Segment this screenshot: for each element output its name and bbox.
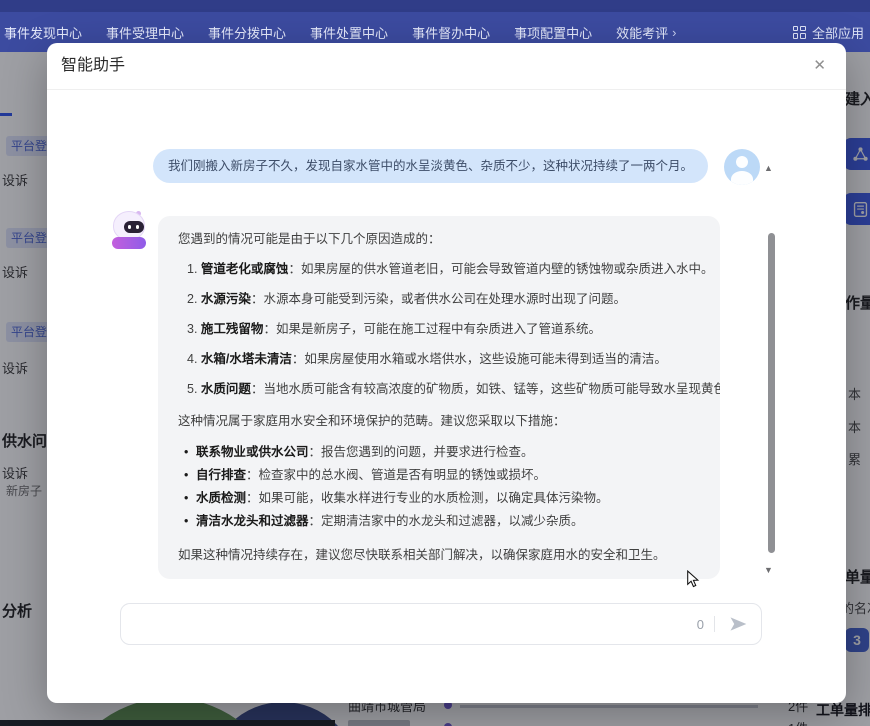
bullet-dot: • (184, 510, 196, 533)
item-heading: 管道老化或腐蚀 (201, 262, 289, 276)
bullet-dot: • (184, 464, 196, 487)
numbered-item: 1. 管道老化或腐蚀：如果房屋的供水管道老旧，可能会导致管道内壁的锈蚀物或杂质进… (178, 260, 700, 279)
char-counter: 0 (697, 617, 704, 632)
numbered-item: 2. 水源污染：水源本身可能受到污染，或者供水公司在处理水源时出现了问题。 (178, 290, 700, 309)
item-text: ：如果房屋使用水箱或水塔供水，这些设施可能未得到适当的清洁。 (292, 352, 667, 366)
dialog-header: 智能助手 ✕ (47, 43, 846, 90)
item-heading: 清洁水龙头和过滤器 (196, 514, 309, 528)
nav-item-event-discovery[interactable]: 事件发现中心 (4, 23, 82, 42)
all-apps-label: 全部应用 (812, 23, 864, 42)
dialog-title: 智能助手 (61, 43, 125, 89)
input-divider (714, 616, 715, 632)
assistant-middle: 这种情况属于家庭用水安全和环境保护的范畴。建议您采取以下措施： (178, 412, 700, 431)
apps-grid-icon (793, 26, 806, 39)
send-icon (728, 614, 748, 634)
bullet-item: •自行排查：检查家中的总水阀、管道是否有明显的锈蚀或损坏。 (178, 464, 700, 487)
nav-item-config-center[interactable]: 事项配置中心 (514, 23, 592, 42)
nav-item-event-dispatch[interactable]: 事件分拨中心 (208, 23, 286, 42)
item-heading: 联系物业或供水公司 (196, 445, 309, 459)
assistant-outro: 如果这种情况持续存在，建议您尽快联系相关部门解决，以确保家庭用水的安全和卫生。 (178, 546, 700, 565)
item-number: 3. (187, 322, 197, 336)
nav-item-label: 效能考评 (616, 23, 668, 42)
bullet-item: •水质检测：如果可能，收集水样进行专业的水质检测，以确定具体污染物。 (178, 487, 700, 510)
numbered-item: 5. 水质问题：当地水质可能含有较高浓度的矿物质，如铁、锰等，这些矿物质可能导致… (178, 380, 700, 399)
close-icon[interactable]: ✕ (813, 56, 826, 76)
bullet-dot: • (184, 441, 196, 464)
item-text: ：定期清洁家中的水龙头和过滤器，以减少杂质。 (309, 514, 584, 528)
chevron-right-icon: › (672, 25, 676, 40)
message-input[interactable] (133, 616, 689, 633)
item-number: 2. (187, 292, 197, 306)
nav-item-event-supervision[interactable]: 事件督办中心 (412, 23, 490, 42)
person-icon (736, 156, 748, 168)
mouse-cursor (686, 570, 700, 593)
item-text: ：如果可能，收集水样进行专业的水质检测，以确定具体污染物。 (246, 491, 609, 505)
item-heading: 自行排查 (196, 468, 246, 482)
bullet-item: •联系物业或供水公司：报告您遇到的问题，并要求进行检查。 (178, 441, 700, 464)
item-text: ：如果房屋的供水管道老旧，可能会导致管道内壁的锈蚀物或杂质进入水中。 (288, 262, 713, 276)
scroll-down-icon[interactable]: ▼ (764, 565, 773, 575)
item-number: 1. (187, 262, 197, 276)
nav-item-performance[interactable]: 效能考评 › (616, 23, 676, 42)
bullet-dot: • (184, 487, 196, 510)
chat-scrollbar-thumb[interactable] (768, 233, 775, 553)
robot-icon (114, 212, 144, 239)
item-number: 5. (187, 382, 197, 396)
bot-avatar (109, 211, 149, 251)
assistant-dialog: 智能助手 ✕ 我们刚搬入新房子不久，发现自家水管中的水呈淡黄色、杂质不少，这种状… (47, 43, 846, 703)
screen: 平台登 设诉 平台登 设诉 平台登 设诉 供水问 设诉 新房子 分析 建入 作量… (0, 0, 870, 726)
item-heading: 水质检测 (196, 491, 246, 505)
user-avatar (724, 149, 760, 185)
item-number: 4. (187, 352, 197, 366)
bot-message-bubble: 您遇到的情况可能是由于以下几个原因造成的： 1. 管道老化或腐蚀：如果房屋的供水… (158, 216, 720, 579)
message-input-bar: 0 (120, 603, 762, 645)
item-text: ：如果是新房子，可能在施工过程中有杂质进入了管道系统。 (263, 322, 601, 336)
item-heading: 水源污染 (201, 292, 251, 306)
bullet-list: •联系物业或供水公司：报告您遇到的问题，并要求进行检查。 •自行排查：检查家中的… (178, 441, 700, 533)
item-text: ：水源本身可能受到污染，或者供水公司在处理水源时出现了问题。 (251, 292, 626, 306)
scroll-up-icon[interactable]: ▲ (764, 163, 773, 173)
item-heading: 施工残留物 (201, 322, 264, 336)
item-heading: 水箱/水塔未清洁 (201, 352, 292, 366)
nav-item-event-handling[interactable]: 事件处置中心 (310, 23, 388, 42)
item-text: ：报告您遇到的问题，并要求进行检查。 (309, 445, 534, 459)
item-heading: 水质问题 (201, 382, 251, 396)
numbered-item: 3. 施工残留物：如果是新房子，可能在施工过程中有杂质进入了管道系统。 (178, 320, 700, 339)
bullet-item: •清洁水龙头和过滤器：定期清洁家中的水龙头和过滤器，以减少杂质。 (178, 510, 700, 533)
assistant-intro: 您遇到的情况可能是由于以下几个原因造成的： (178, 230, 700, 249)
window-top-strip (0, 0, 870, 12)
item-text: ：当地水质可能含有较高浓度的矿物质，如铁、锰等，这些矿物质可能导致水呈现黄色。 (251, 382, 720, 396)
user-message-bubble: 我们刚搬入新房子不久，发现自家水管中的水呈淡黄色、杂质不少，这种状况持续了一两个… (153, 149, 708, 183)
nav-item-event-acceptance[interactable]: 事件受理中心 (106, 23, 184, 42)
item-text: ：检查家中的总水阀、管道是否有明显的锈蚀或损坏。 (246, 468, 546, 482)
send-button[interactable] (727, 613, 749, 635)
numbered-item: 4. 水箱/水塔未清洁：如果房屋使用水箱或水塔供水，这些设施可能未得到适当的清洁… (178, 350, 700, 369)
user-message-row: 我们刚搬入新房子不久，发现自家水管中的水呈淡黄色、杂质不少，这种状况持续了一两个… (47, 149, 760, 185)
